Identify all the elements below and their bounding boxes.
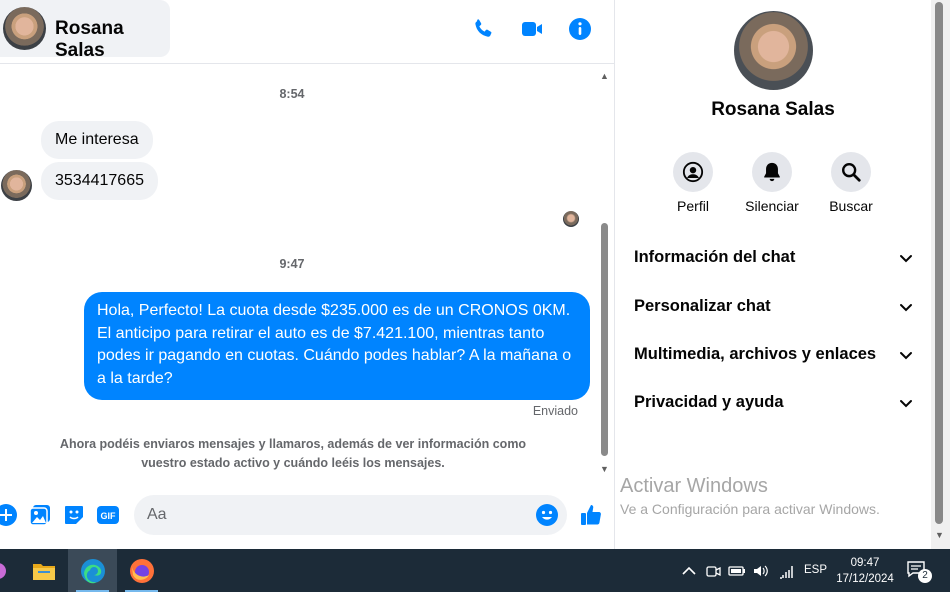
system-clock[interactable]: 09:47 17/12/2024 bbox=[832, 555, 898, 587]
section-privacy-support[interactable]: Privacidad y ayuda bbox=[634, 389, 914, 417]
profile-label: Perfil bbox=[677, 198, 709, 214]
image-icon[interactable] bbox=[28, 503, 52, 527]
scroll-thumb[interactable] bbox=[601, 223, 608, 456]
chevron-down-icon bbox=[900, 352, 912, 360]
section-label: Privacidad y ayuda bbox=[634, 393, 784, 411]
page-scroll-thumb[interactable] bbox=[935, 2, 943, 524]
message-scrollbar[interactable]: ▲ ▼ bbox=[599, 68, 611, 478]
pinned-app-icon[interactable] bbox=[0, 549, 10, 592]
notification-center-button[interactable]: 2 bbox=[906, 560, 934, 583]
panel-avatar[interactable] bbox=[734, 11, 813, 90]
scroll-up-arrow-icon[interactable]: ▲ bbox=[600, 71, 609, 81]
message-timestamp: 9:47 bbox=[279, 257, 305, 271]
message-input[interactable] bbox=[134, 495, 567, 535]
battery-icon[interactable] bbox=[728, 562, 746, 580]
svg-text:GIF: GIF bbox=[101, 511, 117, 521]
incoming-message[interactable]: 3534417665 bbox=[41, 162, 158, 200]
page-scrollbar[interactable]: ▼ bbox=[931, 0, 950, 549]
plus-icon[interactable] bbox=[0, 503, 18, 527]
clock-time: 09:47 bbox=[850, 557, 880, 569]
show-hidden-icons-chevron-up-icon[interactable] bbox=[680, 562, 698, 580]
mute-label: Silenciar bbox=[745, 198, 799, 214]
composer: GIF bbox=[0, 490, 614, 542]
profile-icon bbox=[682, 161, 704, 183]
chat-pane: Rosana Salas 8:54 Me interesa 3534417665… bbox=[0, 0, 614, 549]
windows-activation-watermark: Activar Windows Ve a Configuración para … bbox=[620, 475, 880, 517]
section-label: Información del chat bbox=[634, 248, 796, 266]
section-label: Personalizar chat bbox=[634, 297, 771, 315]
conversation-info-panel: Rosana Salas Perfil Silenciar Buscar Inf… bbox=[615, 0, 931, 549]
search-icon bbox=[842, 163, 861, 182]
scroll-down-arrow-icon[interactable]: ▼ bbox=[935, 530, 944, 540]
clock-date: 17/12/2024 bbox=[836, 573, 894, 585]
chevron-down-icon bbox=[900, 304, 912, 312]
gif-icon[interactable]: GIF bbox=[96, 503, 120, 527]
thumbs-up-icon[interactable] bbox=[579, 503, 603, 527]
video-camera-icon[interactable] bbox=[520, 17, 544, 41]
firefox-icon[interactable] bbox=[117, 549, 166, 592]
section-media-files-links[interactable]: Multimedia, archivos y enlaces bbox=[634, 341, 914, 369]
incoming-message[interactable]: Me interesa bbox=[41, 121, 153, 159]
section-chat-info[interactable]: Información del chat bbox=[634, 244, 914, 272]
profile-button[interactable]: Perfil bbox=[653, 152, 733, 214]
wifi-icon[interactable] bbox=[777, 562, 795, 580]
notification-count-badge: 2 bbox=[918, 569, 932, 583]
sent-status: Enviado bbox=[532, 404, 578, 418]
message-list[interactable]: 8:54 Me interesa 3534417665 9:47 Hola, P… bbox=[0, 65, 600, 485]
contact-avatar[interactable] bbox=[3, 7, 46, 50]
bell-icon bbox=[764, 162, 780, 182]
scroll-down-arrow-icon[interactable]: ▼ bbox=[600, 464, 609, 474]
meet-now-icon[interactable] bbox=[704, 562, 722, 580]
mute-button[interactable]: Silenciar bbox=[732, 152, 812, 214]
phone-icon[interactable] bbox=[471, 17, 495, 41]
emoji-icon[interactable] bbox=[535, 503, 559, 527]
watermark-title: Activar Windows bbox=[620, 475, 768, 497]
volume-icon[interactable] bbox=[752, 562, 770, 580]
edge-icon[interactable] bbox=[68, 549, 117, 592]
chevron-down-icon bbox=[900, 400, 912, 408]
chevron-down-icon bbox=[900, 255, 912, 263]
panel-contact-name: Rosana Salas bbox=[711, 99, 835, 120]
section-customize-chat[interactable]: Personalizar chat bbox=[634, 293, 914, 321]
sender-avatar[interactable] bbox=[1, 170, 32, 201]
windows-taskbar: ESP 09:47 17/12/2024 2 bbox=[0, 549, 950, 592]
sticker-icon[interactable] bbox=[62, 503, 86, 527]
privacy-info-note: Ahora podéis enviaros mensajes y llamaro… bbox=[59, 437, 527, 470]
watermark-subtitle: Ve a Configuración para activar Windows. bbox=[620, 501, 880, 517]
section-label: Multimedia, archivos y enlaces bbox=[634, 345, 877, 363]
search-button[interactable]: Buscar bbox=[811, 152, 891, 214]
contact-name: Rosana Salas bbox=[55, 18, 124, 61]
search-label: Buscar bbox=[829, 198, 873, 214]
input-language[interactable]: ESP bbox=[804, 564, 827, 576]
message-timestamp: 8:54 bbox=[279, 87, 305, 101]
seen-avatar bbox=[563, 211, 579, 227]
outgoing-message[interactable]: Hola, Perfecto! La cuota desde $235.000 … bbox=[84, 292, 590, 400]
file-explorer-icon[interactable] bbox=[19, 549, 68, 592]
contact-header-button[interactable]: Rosana Salas bbox=[0, 0, 170, 61]
info-icon[interactable] bbox=[568, 17, 592, 41]
chat-header: Rosana Salas bbox=[0, 0, 614, 64]
